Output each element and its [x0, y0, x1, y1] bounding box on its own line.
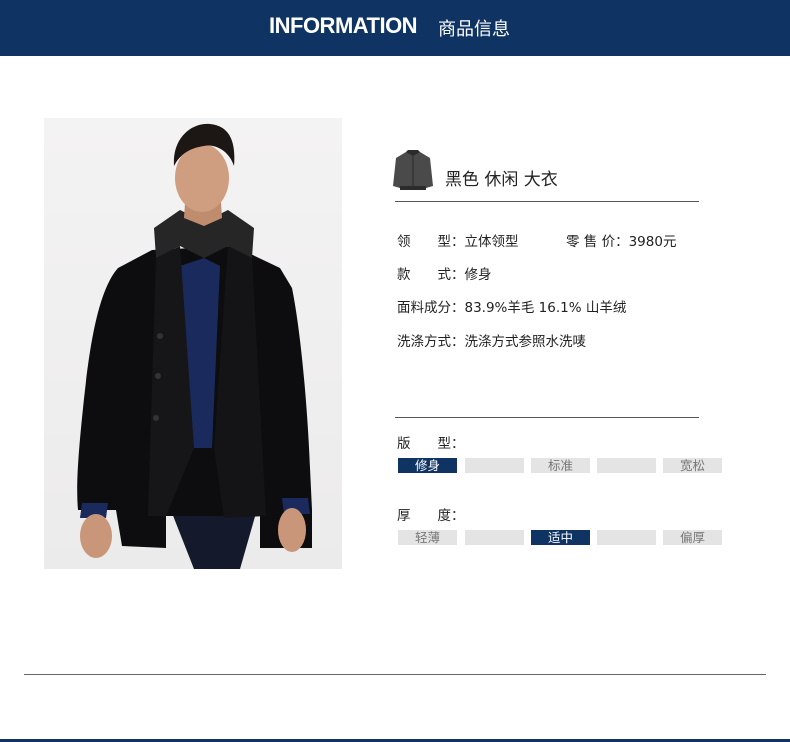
thickness-option-2 — [465, 530, 524, 545]
thickness-option-5: 偏厚 — [663, 530, 722, 545]
bottom-divider — [24, 674, 766, 675]
spec-collar: 领 型：立体领型 — [397, 230, 519, 250]
thickness-option-1: 轻薄 — [398, 530, 457, 545]
title-divider — [395, 201, 699, 202]
fit-option-4 — [597, 458, 656, 473]
spec-collar-value: 立体领型 — [464, 234, 519, 250]
spec-collar-label: 领 型： — [397, 234, 465, 250]
header-title-en: INFORMATION — [269, 13, 418, 38]
product-name: 黑色 休闲 大衣 — [445, 170, 558, 190]
spec-style-value: 修身 — [464, 267, 492, 283]
spec-wash-label: 洗涤方式： — [397, 334, 465, 350]
specs-divider — [395, 417, 699, 418]
spec-wash: 洗涤方式：洗涤方式参照水洗唛 — [397, 330, 586, 350]
spec-price: 零 售 价：3980元 — [566, 230, 676, 250]
spec-price-value: 3980元 — [628, 234, 677, 250]
header-bar: INFORMATION 商品信息 — [0, 0, 790, 56]
spec-fabric: 面料成分：83.9%羊毛 16.1% 山羊绒 — [397, 296, 626, 316]
fit-scale-label: 版 型： — [397, 436, 465, 452]
thickness-scale-label: 厚 度： — [397, 508, 465, 524]
spec-price-label: 零 售 价： — [566, 234, 629, 250]
thickness-option-4 — [597, 530, 656, 545]
spec-wash-value: 洗涤方式参照水洗唛 — [464, 334, 587, 350]
fit-option-2 — [465, 458, 524, 473]
thickness-option-3: 适中 — [531, 530, 590, 545]
spec-fabric-value: 83.9%羊毛 16.1% 山羊绒 — [464, 300, 627, 316]
spec-style: 款 式：修身 — [397, 263, 492, 283]
fit-option-3: 标准 — [531, 458, 590, 473]
jacket-thumbnail-icon — [392, 148, 434, 192]
header-title-cn: 商品信息 — [438, 19, 510, 40]
fit-option-1: 修身 — [398, 458, 457, 473]
spec-fabric-label: 面料成分： — [397, 300, 465, 316]
spec-style-label: 款 式： — [397, 267, 465, 283]
model-photo — [44, 118, 342, 569]
fit-option-5: 宽松 — [663, 458, 722, 473]
